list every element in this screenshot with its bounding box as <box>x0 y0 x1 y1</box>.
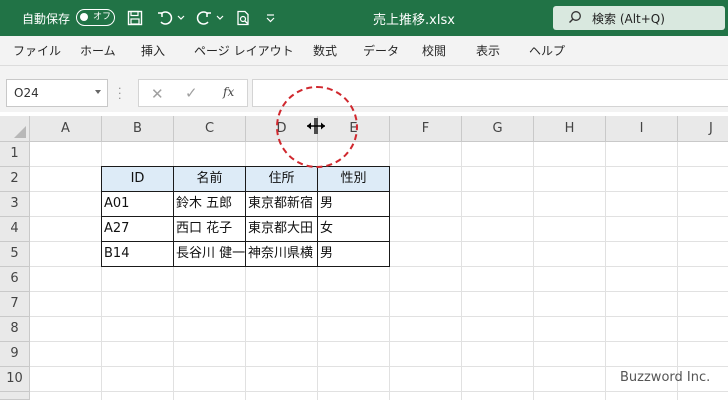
customize-toolbar-icon[interactable] <box>266 0 275 36</box>
tab-review[interactable]: 校閲 <box>422 36 446 66</box>
gridline <box>605 142 606 400</box>
table-cell[interactable]: 男 <box>318 192 389 216</box>
row-header-10[interactable]: 10 <box>0 367 30 392</box>
formula-bar-grip-icon[interactable]: · · · <box>118 83 122 104</box>
column-header-f[interactable]: F <box>390 116 462 142</box>
table-cell[interactable]: 長谷川 健一 <box>174 242 245 266</box>
undo-dropdown-icon[interactable] <box>177 0 185 36</box>
table-cell[interactable]: 神奈川県横 <box>246 242 317 266</box>
table-cell[interactable]: A27 <box>102 217 173 241</box>
ribbon-gap <box>0 66 728 76</box>
table-cell[interactable]: B14 <box>102 242 173 266</box>
undo-icon[interactable] <box>157 0 173 36</box>
gridline <box>389 142 390 400</box>
header-cell-id[interactable]: ID <box>102 167 173 191</box>
row-header-8[interactable]: 8 <box>0 317 30 342</box>
row-header-2[interactable]: 2 <box>0 167 30 192</box>
search-placeholder: 検索 (Alt+Q) <box>592 11 665 26</box>
column-header-a[interactable]: A <box>30 116 102 142</box>
tab-insert[interactable]: 挿入 <box>141 36 165 66</box>
gridline <box>677 142 678 400</box>
toggle-state: オフ <box>93 12 112 22</box>
ribbon-tabs: ファイル ホーム 挿入 ページ レイアウト 数式 データ 校閲 表示 ヘルプ <box>0 36 728 66</box>
table-cell[interactable]: 女 <box>318 217 389 241</box>
header-cell-name[interactable]: 名前 <box>174 167 245 191</box>
tab-view[interactable]: 表示 <box>476 36 500 66</box>
insert-function-icon[interactable]: fx <box>223 85 234 99</box>
row-header-1[interactable]: 1 <box>0 142 30 167</box>
gridline <box>30 291 728 292</box>
tab-formulas[interactable]: 数式 <box>313 36 337 66</box>
cancel-icon[interactable]: ✕ <box>151 85 164 103</box>
search-box[interactable]: 検索 (Alt+Q) <box>553 6 725 30</box>
formula-controls: ✕ ✓ fx <box>138 79 248 107</box>
table-cell[interactable]: 西口 花子 <box>174 217 245 241</box>
header-cell-address[interactable]: 住所 <box>246 167 317 191</box>
gridline <box>30 341 728 342</box>
print-preview-icon[interactable] <box>235 0 251 36</box>
table-cell[interactable]: 東京都大田 <box>246 217 317 241</box>
table-cell[interactable]: A01 <box>102 192 173 216</box>
search-icon <box>568 10 582 27</box>
autosave-label: 自動保存 <box>22 11 71 26</box>
name-box[interactable]: O24 <box>6 79 108 107</box>
gridline <box>30 391 728 392</box>
gridline <box>30 266 728 267</box>
header-cell-gender[interactable]: 性別 <box>318 167 389 191</box>
gridline <box>533 142 534 400</box>
table-cell[interactable]: 男 <box>318 242 389 266</box>
document-title: 売上推移.xlsx <box>373 12 455 28</box>
row-header-5[interactable]: 5 <box>0 242 30 267</box>
table-border <box>101 191 390 192</box>
row-header-4[interactable]: 4 <box>0 217 30 242</box>
autosave-toggle[interactable]: オフ <box>76 9 115 26</box>
row-header-11[interactable] <box>0 392 30 400</box>
row-header-7[interactable]: 7 <box>0 292 30 317</box>
tab-help[interactable]: ヘルプ <box>529 36 565 66</box>
formula-bar: O24 · · · ✕ ✓ fx <box>0 76 728 112</box>
table-border <box>101 241 390 242</box>
table-cell[interactable]: 鈴木 五郎 <box>174 192 245 216</box>
column-header-h[interactable]: H <box>534 116 606 142</box>
select-all-button[interactable] <box>0 116 30 142</box>
enter-check-icon[interactable]: ✓ <box>185 84 198 102</box>
redo-icon[interactable] <box>196 0 212 36</box>
gridline <box>461 142 462 400</box>
tab-data[interactable]: データ <box>363 36 399 66</box>
column-header-g[interactable]: G <box>462 116 534 142</box>
tab-file[interactable]: ファイル <box>13 36 61 66</box>
column-header-c[interactable]: C <box>174 116 246 142</box>
tab-home[interactable]: ホーム <box>80 36 116 66</box>
watermark: Buzzword Inc. <box>620 370 711 385</box>
title-bar: 自動保存 オフ 売上推移.xlsx 検索 (Alt+Q) <box>0 0 728 36</box>
row-header-3[interactable]: 3 <box>0 192 30 217</box>
select-all-triangle-icon <box>14 126 26 138</box>
column-header-j[interactable]: J <box>678 116 728 142</box>
name-box-value: O24 <box>14 86 39 100</box>
table-cell[interactable]: 東京都新宿 <box>246 192 317 216</box>
save-icon[interactable] <box>127 0 143 36</box>
column-header-b[interactable]: B <box>102 116 174 142</box>
gridline <box>30 366 728 367</box>
toggle-knob <box>80 13 88 21</box>
table-border <box>101 216 390 217</box>
row-header-9[interactable]: 9 <box>0 342 30 367</box>
chevron-down-icon[interactable] <box>95 90 101 94</box>
tab-page-layout[interactable]: ページ レイアウト <box>194 36 294 66</box>
column-header-i[interactable]: I <box>606 116 678 142</box>
row-header-6[interactable]: 6 <box>0 267 30 292</box>
column-resize-cursor-icon <box>306 117 326 138</box>
redo-dropdown-icon[interactable] <box>216 0 224 36</box>
worksheet-grid: A B C D E F G H I J 1 2 3 4 5 6 7 8 9 10… <box>0 112 728 400</box>
gridline <box>30 316 728 317</box>
